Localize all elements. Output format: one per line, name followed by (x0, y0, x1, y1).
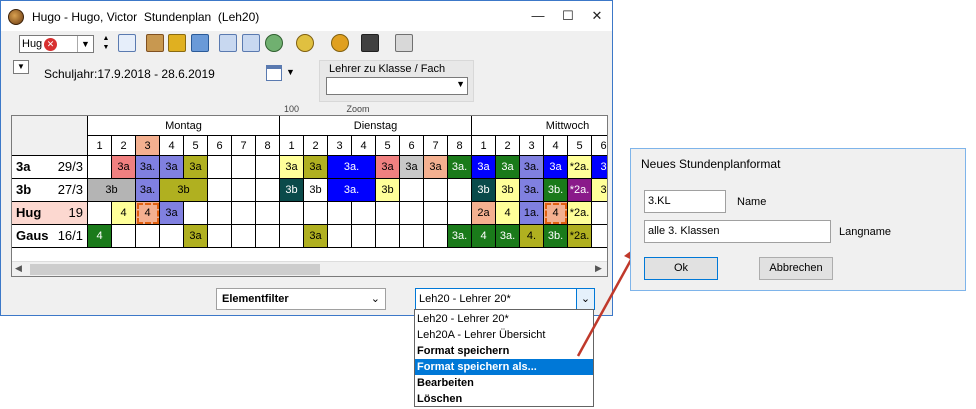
dialog-title: Neues Stundenplanformat (641, 157, 781, 171)
name-label: Name (737, 196, 767, 208)
langname-label: Langname (839, 226, 891, 238)
langname-input[interactable]: alle 3. Klassen (644, 220, 831, 243)
neues-stundenplanformat-dialog: Neues Stundenplanformat 3.KL Name alle 3… (630, 148, 966, 291)
ok-button[interactable]: Ok (644, 257, 718, 280)
name-input[interactable]: 3.KL (644, 190, 726, 213)
cancel-button[interactable]: Abbrechen (759, 257, 833, 280)
